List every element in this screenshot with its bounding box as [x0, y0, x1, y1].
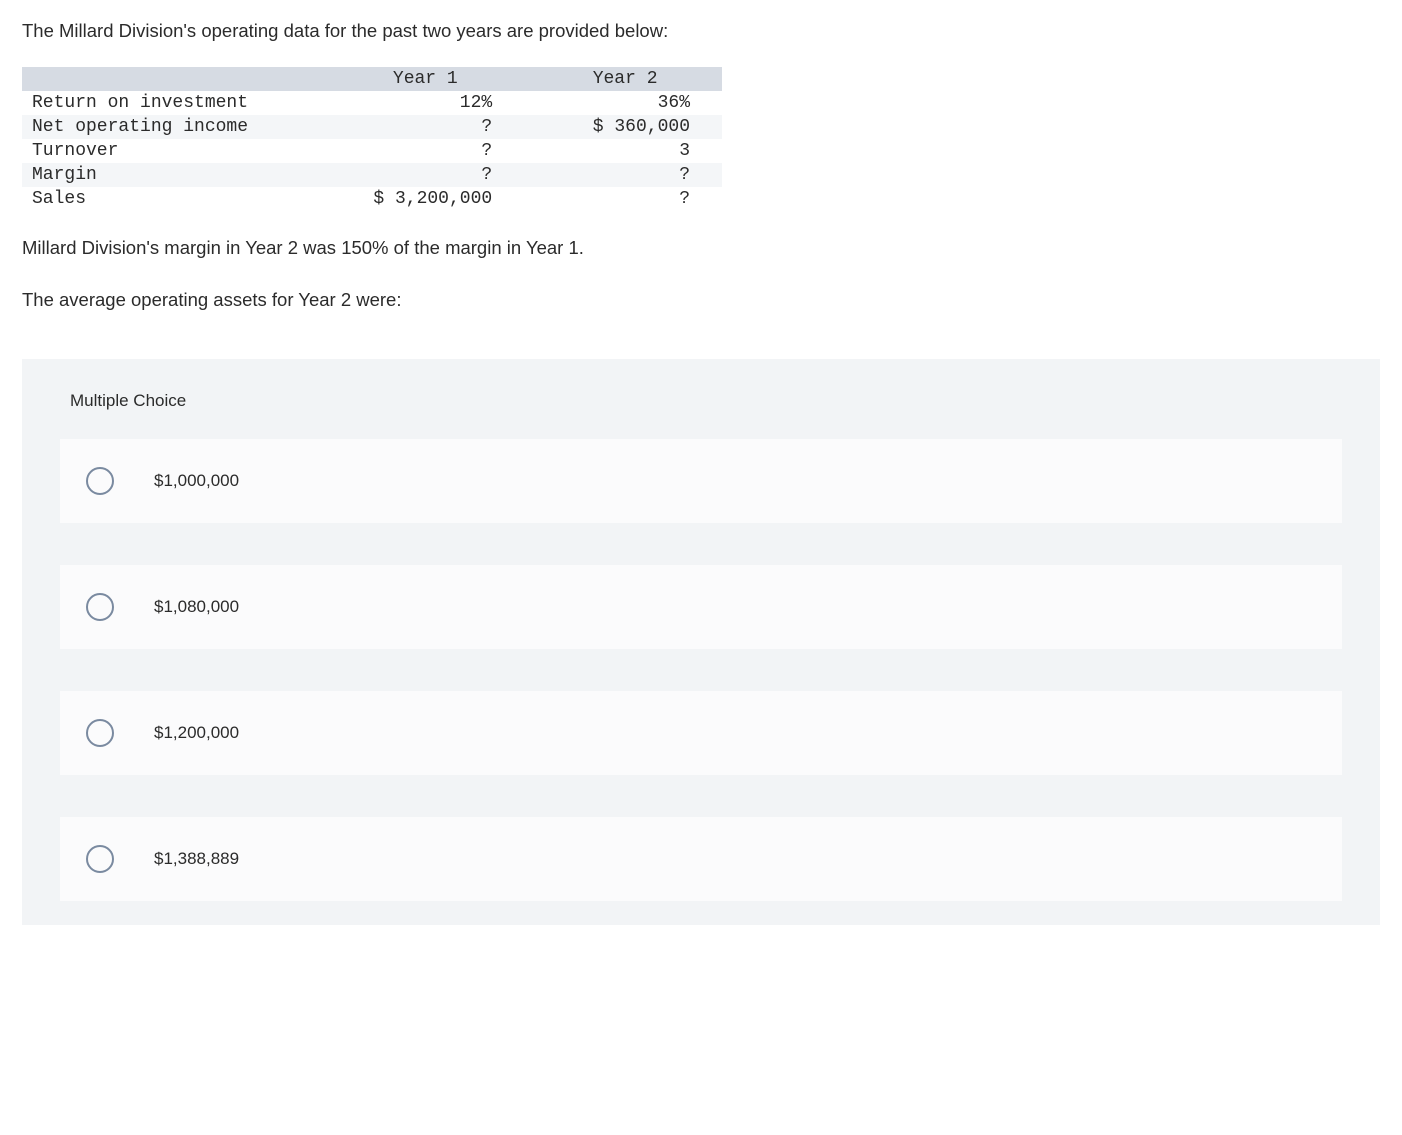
row-year1: ? [322, 139, 524, 163]
radio-icon[interactable] [86, 719, 114, 747]
row-year1: ? [322, 115, 524, 139]
operating-data-table: Year 1 Year 2 Return on investment 12% 3… [22, 67, 722, 211]
row-label: Turnover [22, 139, 322, 163]
option-label: $1,388,889 [154, 849, 239, 869]
table-header-blank [22, 67, 322, 91]
table-row: Sales $ 3,200,000 ? [22, 187, 722, 211]
question-followup: Millard Division's margin in Year 2 was … [22, 235, 1380, 261]
multiple-choice-heading: Multiple Choice [22, 385, 1380, 439]
table-row: Margin ? ? [22, 163, 722, 187]
option-label: $1,200,000 [154, 723, 239, 743]
option-label: $1,000,000 [154, 471, 239, 491]
table-header-year1: Year 1 [322, 67, 524, 91]
answer-area: Multiple Choice $1,000,000 $1,080,000 $1… [22, 359, 1380, 925]
radio-icon[interactable] [86, 467, 114, 495]
question-container: The Millard Division's operating data fo… [0, 0, 1402, 935]
row-label: Sales [22, 187, 322, 211]
option-2[interactable]: $1,200,000 [60, 691, 1342, 775]
row-year2: ? [524, 187, 722, 211]
option-3[interactable]: $1,388,889 [60, 817, 1342, 901]
question-prompt: The average operating assets for Year 2 … [22, 289, 1380, 311]
row-year1: ? [322, 163, 524, 187]
table-row: Net operating income ? $ 360,000 [22, 115, 722, 139]
row-label: Margin [22, 163, 322, 187]
table-row: Turnover ? 3 [22, 139, 722, 163]
option-1[interactable]: $1,080,000 [60, 565, 1342, 649]
options-list: $1,000,000 $1,080,000 $1,200,000 $1,388,… [22, 439, 1380, 901]
row-year1: $ 3,200,000 [322, 187, 524, 211]
option-0[interactable]: $1,000,000 [60, 439, 1342, 523]
row-year2: ? [524, 163, 722, 187]
radio-icon[interactable] [86, 593, 114, 621]
row-year2: 3 [524, 139, 722, 163]
radio-icon[interactable] [86, 845, 114, 873]
row-label: Return on investment [22, 91, 322, 115]
row-year2: $ 360,000 [524, 115, 722, 139]
table-row: Return on investment 12% 36% [22, 91, 722, 115]
question-intro: The Millard Division's operating data fo… [22, 18, 1380, 45]
option-label: $1,080,000 [154, 597, 239, 617]
table-header-row: Year 1 Year 2 [22, 67, 722, 91]
row-label: Net operating income [22, 115, 322, 139]
row-year1: 12% [322, 91, 524, 115]
table-header-year2: Year 2 [524, 67, 722, 91]
row-year2: 36% [524, 91, 722, 115]
